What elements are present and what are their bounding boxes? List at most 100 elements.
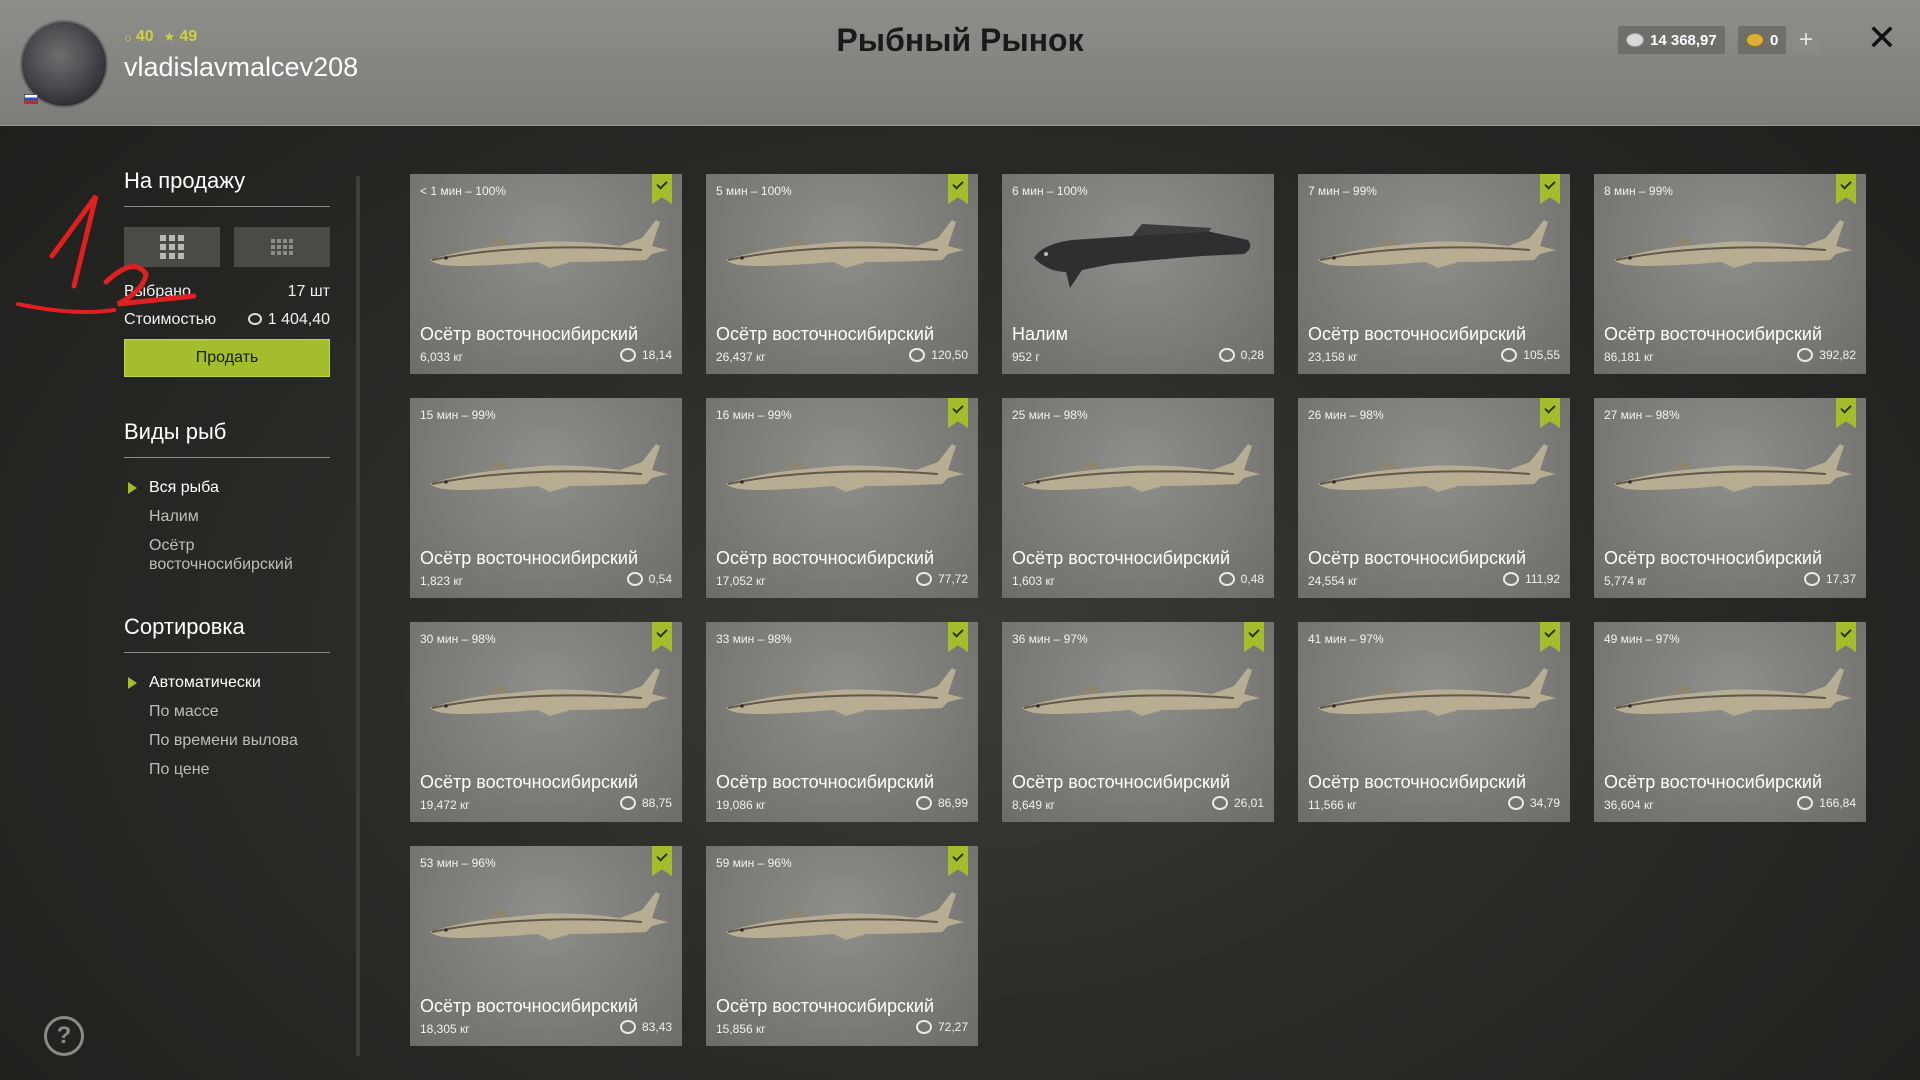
fish-name: Осётр восточносибирский [420, 548, 639, 568]
small-grid-view-button[interactable] [234, 227, 330, 267]
fish-card[interactable]: 7 мин – 99% Осётр восточносибирский 23,15… [1298, 174, 1570, 374]
help-button[interactable]: ? [44, 1016, 84, 1056]
fish-weight: 36,604 кг [1604, 798, 1654, 812]
fish-price: 0,48 [1218, 572, 1264, 586]
selected-check-icon[interactable] [652, 174, 672, 204]
coin-icon [1503, 572, 1520, 586]
sturgeon-image [430, 444, 668, 492]
coin-icon [915, 796, 932, 810]
fish-name: Осётр восточносибирский [1308, 772, 1527, 792]
coin-icon [247, 313, 262, 325]
fish-card[interactable]: 49 мин – 97% Осётр восточносибирский 36,6… [1594, 622, 1866, 822]
fish-card[interactable]: 33 мин – 98% Осётр восточносибирский 19,0… [706, 622, 978, 822]
selected-check-icon[interactable] [1244, 622, 1264, 652]
sort-by-mass[interactable]: По массе [124, 702, 330, 721]
fish-name: Осётр восточносибирский [1012, 772, 1231, 792]
selected-check-icon[interactable] [1540, 622, 1560, 652]
gold-balance: 0 [1738, 26, 1787, 54]
fish-price: 34,79 [1507, 796, 1560, 810]
selected-check-icon[interactable] [652, 622, 672, 652]
fish-name: Осётр восточносибирский [1308, 548, 1527, 568]
fish-card[interactable]: < 1 мин – 100% Осётр восточносибирский 6,… [410, 174, 682, 374]
selected-check-icon[interactable] [1836, 174, 1856, 204]
selected-check-icon[interactable] [1540, 174, 1560, 204]
fish-name: Осётр восточносибирский [420, 324, 639, 344]
sort-by-price[interactable]: По цене [124, 760, 330, 779]
russia-flag-icon [24, 94, 38, 104]
burbot-image [1034, 224, 1251, 288]
species-filter-sturgeon[interactable]: Осётр восточносибирский [124, 536, 304, 574]
fish-name: Осётр восточносибирский [716, 548, 935, 568]
fish-card[interactable]: 26 мин – 98% Осётр восточносибирский 24,5… [1298, 398, 1570, 598]
sort-by-catch-time[interactable]: По времени вылова [124, 731, 330, 750]
sturgeon-image [1614, 668, 1852, 716]
sturgeon-image [1022, 444, 1260, 492]
selected-check-icon[interactable] [948, 622, 968, 652]
fish-name: Осётр восточносибирский [716, 772, 935, 792]
selected-check-icon[interactable] [948, 174, 968, 204]
fish-card[interactable]: 5 мин – 100% Осётр восточносибирский 26,4… [706, 174, 978, 374]
sell-button[interactable]: Продать [124, 339, 330, 377]
fish-price: 111,92 [1503, 572, 1560, 586]
close-button[interactable]: ✕ [1864, 17, 1900, 58]
fish-price: 0,28 [1218, 348, 1264, 362]
fish-weight: 6,033 кг [420, 350, 463, 364]
sturgeon-image [430, 668, 668, 716]
selected-check-icon[interactable] [1836, 622, 1856, 652]
catch-time-label: 7 мин – 99% [1308, 184, 1377, 198]
catch-time-label: 30 мин – 98% [420, 632, 496, 646]
sidebar-divider [356, 176, 360, 1056]
silver-balance: 14 368,97 [1618, 26, 1725, 54]
catch-time-label: 26 мин – 98% [1308, 408, 1384, 422]
catch-time-label: 5 мин – 100% [716, 184, 792, 198]
fish-card[interactable]: 41 мин – 97% Осётр восточносибирский 11,5… [1298, 622, 1570, 822]
fish-weight: 26,437 кг [716, 350, 766, 364]
fish-name: Осётр восточносибирский [1308, 324, 1527, 344]
sturgeon-image [1318, 220, 1556, 268]
sturgeon-image [726, 892, 964, 940]
fish-weight: 17,052 кг [716, 574, 766, 588]
species-filter-burbot[interactable]: Налим [124, 507, 330, 526]
selected-check-icon[interactable] [652, 846, 672, 876]
selected-check-icon[interactable] [1836, 398, 1856, 428]
catch-time-label: 36 мин – 97% [1012, 632, 1088, 646]
catch-time-label: 27 мин – 98% [1604, 408, 1680, 422]
add-gold-button[interactable]: + [1792, 26, 1820, 54]
selected-check-icon[interactable] [1540, 398, 1560, 428]
fish-grid: < 1 мин – 100% Осётр восточносибирский 6,… [410, 174, 1866, 1046]
fish-weight: 8,649 кг [1012, 798, 1055, 812]
coin-icon [915, 1020, 932, 1034]
fish-price: 72,27 [915, 1020, 968, 1034]
coin-icon [619, 1020, 636, 1034]
coin-icon [1507, 796, 1524, 810]
fish-card[interactable]: 53 мин – 96% Осётр восточносибирский 18,3… [410, 846, 682, 1046]
selected-check-icon[interactable] [948, 398, 968, 428]
fish-card[interactable]: 15 мин – 99% Осётр восточносибирский 1,82… [410, 398, 682, 598]
fish-weight: 15,856 кг [716, 1022, 766, 1036]
catch-time-label: 49 мин – 97% [1604, 632, 1680, 646]
sturgeon-image [726, 668, 964, 716]
fish-price: 77,72 [915, 572, 968, 586]
fish-weight: 11,566 кг [1308, 798, 1357, 812]
large-grid-view-button[interactable] [124, 227, 220, 267]
fish-card[interactable]: 25 мин – 98% Осётр восточносибирский 1,60… [1002, 398, 1274, 598]
coin-icon [619, 348, 636, 362]
species-filter-all[interactable]: Вся рыба [124, 478, 330, 497]
fish-card[interactable]: 8 мин – 99% Осётр восточносибирский 86,18… [1594, 174, 1866, 374]
fish-card[interactable]: 59 мин – 96% Осётр восточносибирский 15,8… [706, 846, 978, 1046]
fish-card[interactable]: 16 мин – 99% Осётр восточносибирский 17,0… [706, 398, 978, 598]
catch-time-label: 15 мин – 99% [420, 408, 496, 422]
fish-card[interactable]: 30 мин – 98% Осётр восточносибирский 19,4… [410, 622, 682, 822]
sort-auto[interactable]: Автоматически [124, 673, 330, 692]
fish-weight: 19,472 кг [420, 798, 470, 812]
fish-card[interactable]: 6 мин – 100% Налим 952 г 0,28 [1002, 174, 1274, 374]
sturgeon-image [1022, 668, 1260, 716]
coin-icon [1218, 572, 1235, 586]
coin-icon [915, 572, 932, 586]
selected-check-icon[interactable] [948, 846, 968, 876]
species-title: Виды рыб [124, 419, 330, 458]
fish-card[interactable]: 27 мин – 98% Осётр восточносибирский 5,77… [1594, 398, 1866, 598]
fish-card[interactable]: 36 мин – 97% Осётр восточносибирский 8,64… [1002, 622, 1274, 822]
fish-weight: 1,603 кг [1012, 574, 1055, 588]
fish-price: 17,37 [1803, 572, 1856, 586]
